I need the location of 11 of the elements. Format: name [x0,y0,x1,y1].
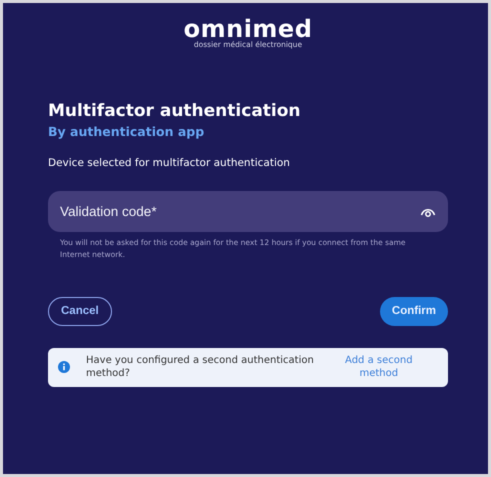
description-text: Device selected for multifactor authentication [48,156,291,171]
page-subtitle: By authentication app [48,122,206,141]
page-title: Multifactor authentication [48,100,302,121]
cancel-button[interactable]: Cancel [48,296,112,326]
validation-code-field[interactable]: Validation code* [48,191,448,232]
confirm-button[interactable]: Confirm [380,296,448,326]
notice-text: Have you configured a second authentication method? [86,354,315,381]
add-method-link[interactable]: Add a second method [336,354,422,381]
info-icon [58,361,70,374]
logo-wordmark: omnimed [184,17,312,41]
eye-icon[interactable] [420,207,436,218]
